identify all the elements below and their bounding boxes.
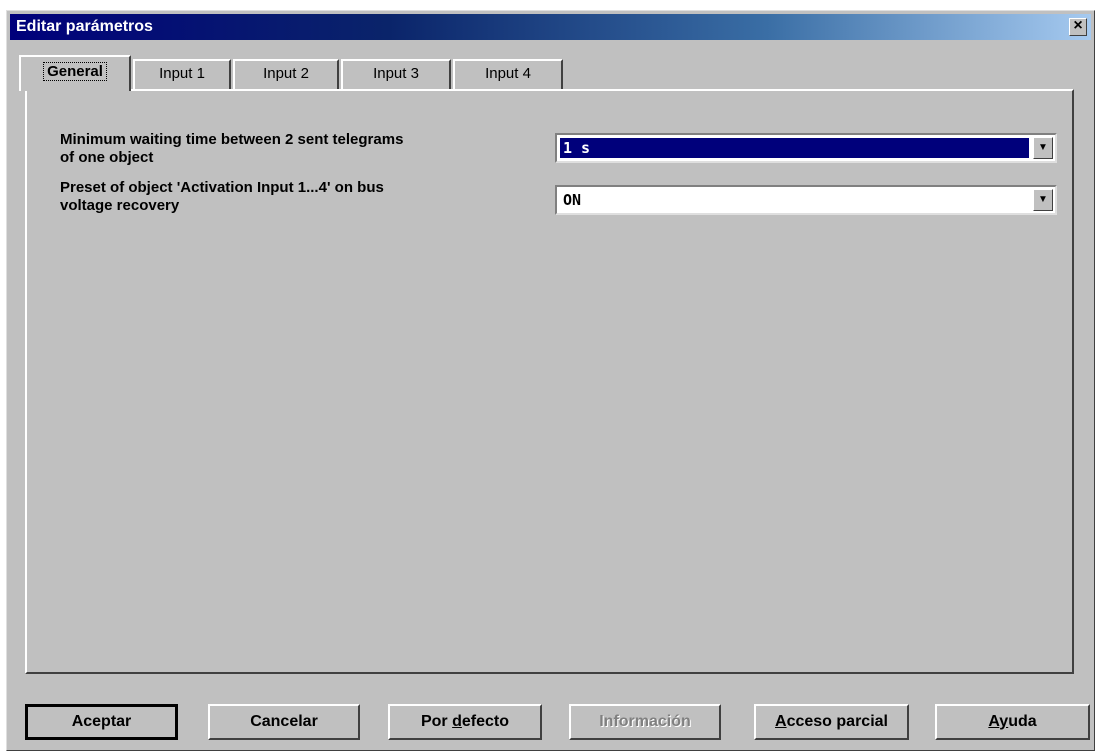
tab-input-3[interactable]: Input 3 xyxy=(341,59,451,89)
partial-access-button[interactable]: Acceso parcial xyxy=(754,704,909,740)
button-label: Por xyxy=(420,713,453,730)
tab-label: Input 3 xyxy=(373,65,419,82)
tab-panel-general: Minimum waiting time between 2 sent tele… xyxy=(25,89,1074,674)
button-label: cceso parcial xyxy=(786,713,888,730)
accept-button[interactable]: Aceptar xyxy=(25,704,178,740)
param-label-line: voltage recovery xyxy=(60,197,180,214)
select-value: ON xyxy=(563,191,582,209)
param-label-line: Minimum waiting time between 2 sent tele… xyxy=(60,131,404,148)
help-button[interactable]: Ayuda xyxy=(935,704,1090,740)
button-label: Información xyxy=(599,713,691,730)
title-bar[interactable]: Editar parámetros × xyxy=(10,14,1091,40)
button-label-accelerator: A xyxy=(988,713,1000,730)
param-label-preset-activation: Preset of object 'Activation Input 1...4… xyxy=(60,179,540,215)
tab-label: Input 1 xyxy=(159,65,205,82)
dropdown-arrow-icon[interactable]: ▼ xyxy=(1033,189,1053,211)
button-label: Aceptar xyxy=(71,713,132,730)
button-label: efecto xyxy=(461,713,510,730)
defaults-button[interactable]: Por defecto xyxy=(388,704,542,740)
param-label-line: Preset of object 'Activation Input 1...4… xyxy=(60,179,384,196)
min-waiting-time-select[interactable]: 1 s ▼ xyxy=(555,133,1057,163)
tab-general[interactable]: General xyxy=(19,55,131,91)
button-label: Cancelar xyxy=(250,713,318,730)
tab-label: Input 2 xyxy=(263,65,309,82)
button-label-accelerator: y xyxy=(999,713,1009,730)
button-label-accelerator: d xyxy=(452,713,462,730)
window-title: Editar parámetros xyxy=(16,18,153,35)
button-label-accelerator: A xyxy=(775,713,787,730)
tab-input-4[interactable]: Input 4 xyxy=(453,59,563,89)
cancel-button[interactable]: Cancelar xyxy=(208,704,360,740)
dropdown-arrow-icon[interactable]: ▼ xyxy=(1033,137,1053,159)
select-value: 1 s xyxy=(560,138,1029,158)
tab-input-2[interactable]: Input 2 xyxy=(233,59,339,89)
tab-input-1[interactable]: Input 1 xyxy=(133,59,231,89)
param-label-min-waiting-time: Minimum waiting time between 2 sent tele… xyxy=(60,131,540,167)
tab-label: Input 4 xyxy=(485,65,531,82)
preset-activation-select[interactable]: ON ▼ xyxy=(555,185,1057,215)
close-icon[interactable]: × xyxy=(1069,18,1087,36)
button-label: uda xyxy=(1008,713,1037,730)
tab-label: General xyxy=(43,62,107,81)
info-button: Información xyxy=(569,704,721,740)
param-label-line: of one object xyxy=(60,149,154,166)
